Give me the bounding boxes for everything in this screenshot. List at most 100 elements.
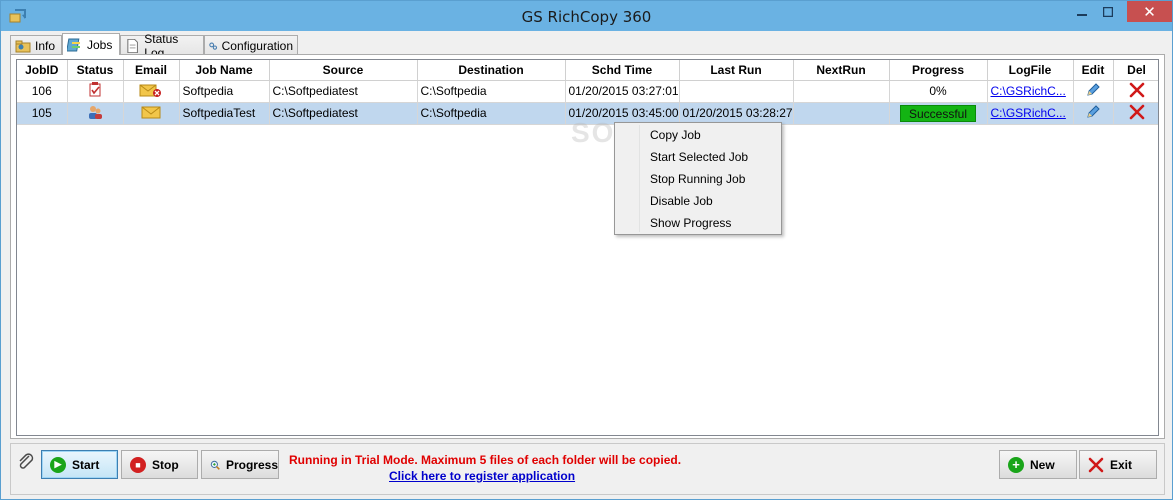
document-icon	[127, 38, 138, 53]
progress-button[interactable]: Progress	[201, 450, 279, 479]
start-button[interactable]: ▶ Start	[41, 450, 118, 479]
email-error-icon	[139, 84, 161, 97]
gears-icon	[209, 42, 218, 50]
logfile-link[interactable]: C:\GSRichC...	[987, 102, 1074, 125]
column-header-source[interactable]: Source	[269, 60, 418, 81]
last-run-cell	[679, 80, 794, 103]
menu-item-stop-running-job[interactable]: Stop Running Job	[650, 168, 745, 190]
delete-button[interactable]	[1113, 102, 1158, 125]
source-cell: C:\Softpediatest	[269, 102, 418, 125]
minimize-button[interactable]	[1073, 1, 1091, 22]
delete-x-icon	[1129, 104, 1144, 119]
job-id-cell: 105	[17, 102, 68, 125]
register-link[interactable]: Click here to register application	[389, 469, 575, 483]
tab-configuration[interactable]: Configuration	[204, 35, 298, 55]
play-icon: ▶	[50, 456, 66, 473]
column-header-next-run[interactable]: NextRun	[793, 60, 890, 81]
maximize-icon	[1103, 6, 1113, 17]
stop-icon: ■	[130, 456, 146, 473]
email-icon	[141, 106, 161, 118]
progress-button-label: Progress	[225, 457, 278, 472]
context-menu-gutter	[639, 125, 640, 232]
edit-button[interactable]	[1073, 80, 1114, 103]
jobs-table: JobID Status Email Job Name Source Desti…	[17, 60, 1158, 125]
logfile-link-text[interactable]: C:\GSRichC...	[991, 84, 1066, 98]
job-name-cell: Softpedia	[179, 80, 270, 103]
tab-configuration-label: Configuration	[221, 38, 293, 53]
pencil-icon	[1087, 104, 1100, 118]
job-name-cell: SoftpediaTest	[179, 102, 270, 125]
close-button[interactable]: ✕	[1127, 1, 1172, 22]
column-header-email[interactable]: Email	[123, 60, 180, 81]
column-header-schd-time[interactable]: Schd Time	[565, 60, 680, 81]
menu-item-copy-job[interactable]: Copy Job	[650, 124, 701, 146]
column-header-del[interactable]: Del	[1113, 60, 1158, 81]
trial-mode-message: Running in Trial Mode. Maximum 5 files o…	[289, 453, 682, 467]
maximize-button[interactable]	[1097, 1, 1119, 22]
clipboard-check-icon	[89, 82, 101, 97]
new-button[interactable]: + New	[999, 450, 1077, 479]
menu-item-start-selected-job[interactable]: Start Selected Job	[650, 146, 748, 168]
status-cell	[67, 102, 124, 125]
start-button-label: Start	[72, 457, 100, 472]
magnifier-progress-icon	[210, 460, 220, 470]
status-cell	[67, 80, 124, 103]
users-icon	[89, 105, 102, 119]
plus-icon: +	[1008, 456, 1024, 473]
grid-header-row: JobID Status Email Job Name Source Desti…	[17, 60, 1158, 81]
column-header-last-run[interactable]: Last Run	[679, 60, 794, 81]
table-row[interactable]: 106 Softpedia C:\Softpediatest C:\Softpe…	[17, 80, 1158, 103]
tab-jobs[interactable]: Jobs	[62, 33, 120, 55]
minimize-icon	[1077, 13, 1087, 16]
logfile-link[interactable]: C:\GSRichC...	[987, 80, 1074, 103]
progress-cell: 0%	[889, 80, 988, 103]
paperclip-icon[interactable]	[17, 453, 35, 471]
jobs-panel: JobID Status Email Job Name Source Desti…	[10, 54, 1165, 439]
schd-time-cell: 01/20/2015 03:27:01	[565, 80, 680, 103]
tab-info[interactable]: Info	[10, 35, 62, 55]
exit-button[interactable]: Exit	[1079, 450, 1157, 479]
edit-button[interactable]	[1073, 102, 1114, 125]
column-header-progress[interactable]: Progress	[889, 60, 988, 81]
email-cell	[123, 80, 180, 103]
email-cell	[123, 102, 180, 125]
bottom-toolbar: ▶ Start ■ Stop Progress Running in Trial…	[10, 443, 1165, 495]
tab-jobs-label: Jobs	[87, 37, 113, 52]
delete-button[interactable]	[1113, 80, 1158, 103]
column-header-edit[interactable]: Edit	[1073, 60, 1114, 81]
job-id-cell: 106	[17, 80, 68, 103]
column-header-job-name[interactable]: Job Name	[179, 60, 270, 81]
stop-button-label: Stop	[152, 457, 179, 472]
destination-cell: C:\Softpedia	[417, 80, 566, 103]
stop-button[interactable]: ■ Stop	[121, 450, 198, 479]
exit-x-icon	[1088, 457, 1104, 472]
next-run-cell	[793, 80, 890, 103]
close-icon: ✕	[1143, 3, 1156, 21]
exit-button-label: Exit	[1110, 457, 1133, 472]
tab-info-label: Info	[35, 38, 56, 53]
column-header-destination[interactable]: Destination	[417, 60, 566, 81]
column-header-logfile[interactable]: LogFile	[987, 60, 1074, 81]
delete-x-icon	[1129, 82, 1144, 97]
logfile-link-text[interactable]: C:\GSRichC...	[991, 106, 1066, 120]
jobs-grid[interactable]: JobID Status Email Job Name Source Desti…	[16, 59, 1159, 436]
menu-item-disable-job[interactable]: Disable Job	[650, 190, 713, 212]
column-header-status[interactable]: Status	[67, 60, 124, 81]
new-button-label: New	[1030, 457, 1055, 472]
window-title: GS RichCopy 360	[521, 8, 652, 26]
title-bar[interactable]: GS RichCopy 360 ✕	[1, 1, 1172, 31]
table-row[interactable]: 105 SoftpediaTest C:\Softpediatest C:\So…	[17, 102, 1158, 125]
jobs-icon	[67, 38, 80, 51]
tab-status-log[interactable]: Status Log	[120, 32, 204, 60]
destination-cell: C:\Softpedia	[417, 102, 566, 125]
last-run-cell: 01/20/2015 03:28:27	[679, 102, 794, 125]
info-folder-icon	[15, 40, 31, 52]
source-cell: C:\Softpediatest	[269, 80, 418, 103]
menu-item-show-progress[interactable]: Show Progress	[650, 212, 731, 234]
context-menu: Copy Job Start Selected Job Stop Running…	[614, 122, 782, 235]
progress-cell: Successful	[889, 102, 988, 125]
pencil-icon	[1087, 82, 1100, 96]
next-run-cell	[793, 102, 890, 125]
column-header-jobid[interactable]: JobID	[17, 60, 68, 81]
app-window: GS RichCopy 360 ✕ Info Jobs Status Log C…	[0, 0, 1173, 500]
